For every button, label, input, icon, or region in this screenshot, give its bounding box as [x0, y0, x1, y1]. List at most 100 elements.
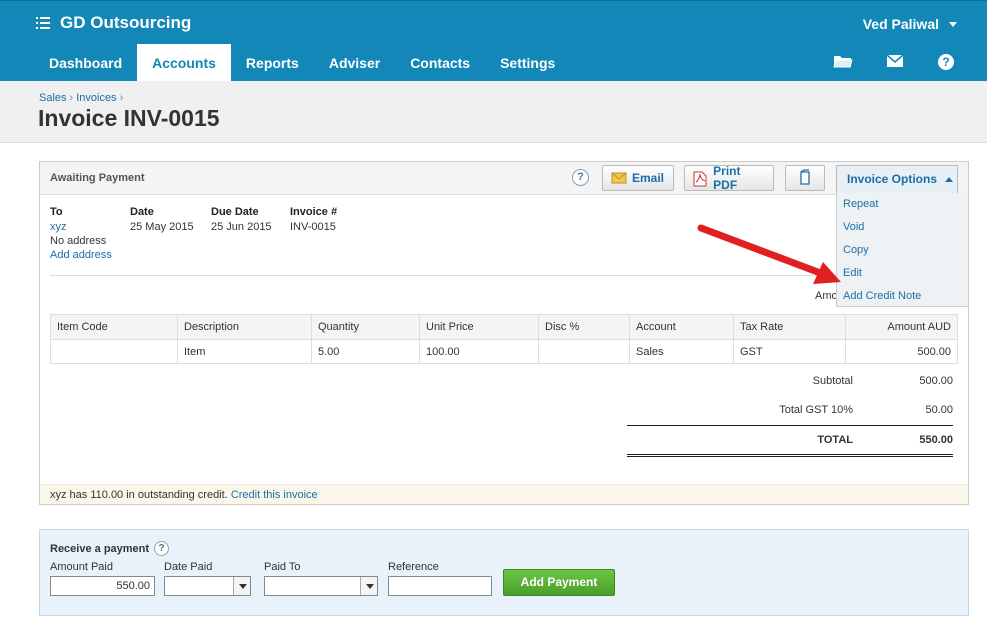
invoice-options-label: Invoice Options: [847, 172, 938, 186]
amount-paid-input[interactable]: 550.00: [50, 576, 155, 596]
help-icon[interactable]: ?: [572, 169, 589, 186]
user-name: Ved Paliwal: [862, 16, 939, 32]
invoice-number-label: Invoice #: [290, 206, 338, 218]
breadcrumb-separator: ›: [69, 92, 74, 104]
menu-item-edit[interactable]: Edit: [837, 262, 968, 285]
tab-contacts[interactable]: Contacts: [395, 44, 485, 82]
breadcrumb-invoices[interactable]: Invoices: [76, 92, 116, 104]
cell-discount: [538, 339, 630, 364]
folder-icon[interactable]: [833, 53, 853, 69]
date-paid-select[interactable]: [164, 576, 251, 596]
due-date-value: 25 Jun 2015: [211, 221, 272, 233]
breadcrumb-separator: ›: [119, 92, 124, 104]
paid-to-select[interactable]: [264, 576, 378, 596]
receive-payment-panel: Receive a payment ? Amount Paid 550.00 D…: [39, 529, 969, 616]
credit-notice: xyz has 110.00 in outstanding credit. Cr…: [40, 484, 968, 504]
cell-item-code: [50, 339, 178, 364]
top-bar: GD Outsourcing Ved Paliwal Dashboard Acc…: [0, 0, 987, 82]
caret-up-icon: [945, 177, 954, 183]
copy-icon: [798, 168, 812, 188]
subtotal-row: Subtotal 500.00: [627, 375, 953, 395]
cell-quantity: 5.00: [311, 339, 420, 364]
invoice-panel: Awaiting Payment ? Email Print PDF Invoi…: [39, 161, 969, 505]
table-row: Item 5.00 100.00 Sales GST 500.00: [50, 339, 958, 364]
to-label: To: [50, 206, 63, 218]
breadcrumb: Sales › Invoices ›: [39, 92, 126, 104]
total-value: 550.00: [919, 434, 953, 446]
amount-paid-field: Amount Paid 550.00: [50, 561, 155, 596]
tab-adviser[interactable]: Adviser: [314, 44, 395, 82]
help-icon[interactable]: ?: [937, 53, 957, 70]
cell-description: Item: [177, 339, 312, 364]
org-name[interactable]: GD Outsourcing: [36, 13, 191, 33]
org-name-label: GD Outsourcing: [60, 13, 192, 32]
tab-accounts[interactable]: Accounts: [137, 44, 231, 82]
reference-input[interactable]: [388, 576, 492, 596]
contact-address: No address: [50, 235, 107, 247]
page-header: Sales › Invoices › Invoice INV-0015: [0, 81, 987, 143]
total-row: TOTAL 550.00: [627, 434, 953, 454]
menu-item-copy[interactable]: Copy: [837, 239, 968, 262]
menu-item-add-credit-note[interactable]: Add Credit Note: [837, 285, 968, 308]
column-header: Item Code: [50, 314, 178, 340]
column-header: Amount AUD: [845, 314, 958, 340]
date-label: Date: [130, 206, 154, 218]
invoice-options-menu: Repeat Void Copy Edit Add Credit Note: [836, 193, 969, 307]
payment-title-label: Receive a payment: [50, 542, 150, 555]
gst-value: 50.00: [925, 404, 953, 416]
invoice-to: To xyz No address Add address: [50, 206, 112, 262]
subtotal-label: Subtotal: [812, 375, 853, 387]
status-badge: Awaiting Payment: [50, 172, 145, 184]
copy-button[interactable]: [785, 165, 825, 191]
print-pdf-button[interactable]: Print PDF: [684, 164, 774, 192]
add-address-link[interactable]: Add address: [50, 248, 112, 262]
tab-settings[interactable]: Settings: [485, 44, 570, 82]
column-header: Account: [629, 314, 734, 340]
paid-to-field: Paid To: [264, 561, 378, 596]
invoice-options-button[interactable]: Invoice Options: [836, 165, 958, 193]
email-button[interactable]: Email: [602, 165, 674, 191]
invoice-number: Invoice # INV-0015: [290, 206, 337, 234]
credit-this-invoice-link[interactable]: Credit this invoice: [231, 489, 318, 501]
invoice-due-date: Due Date 25 Jun 2015: [211, 206, 272, 234]
line-items-table: Item Code Description Quantity Unit Pric…: [50, 314, 958, 364]
paid-to-label: Paid To: [264, 561, 301, 573]
chevron-down-icon[interactable]: [233, 577, 250, 595]
cell-account: Sales: [629, 339, 734, 364]
column-header: Quantity: [311, 314, 420, 340]
total-double-rule: [627, 454, 953, 457]
reference-label: Reference: [388, 561, 439, 573]
amounts-label: Amo: [815, 290, 838, 302]
table-header-row: Item Code Description Quantity Unit Pric…: [50, 314, 958, 340]
chevron-down-icon[interactable]: [360, 577, 377, 595]
menu-item-void[interactable]: Void: [837, 216, 968, 239]
reference-field: Reference: [388, 561, 492, 596]
amount-paid-label: Amount Paid: [50, 561, 113, 573]
mail-icon[interactable]: [885, 53, 905, 69]
tab-dashboard[interactable]: Dashboard: [34, 44, 137, 82]
pdf-icon: [693, 171, 708, 187]
nav-icons: ?: [833, 53, 957, 70]
date-value: 25 May 2015: [130, 221, 194, 233]
menu-icon: [36, 17, 50, 29]
column-header: Description: [177, 314, 312, 340]
date-paid-field: Date Paid: [164, 561, 251, 596]
breadcrumb-sales[interactable]: Sales: [39, 92, 67, 104]
total-label: TOTAL: [817, 434, 853, 446]
credit-notice-text: xyz has 110.00 in outstanding credit.: [50, 489, 228, 501]
svg-text:?: ?: [942, 55, 949, 69]
help-icon[interactable]: ?: [154, 541, 170, 556]
date-paid-label: Date Paid: [164, 561, 213, 573]
invoice-toolbar: Awaiting Payment ? Email Print PDF Invoi…: [40, 162, 968, 195]
payment-title: Receive a payment ?: [50, 541, 170, 556]
menu-item-repeat[interactable]: Repeat: [837, 193, 968, 216]
tab-reports[interactable]: Reports: [231, 44, 314, 82]
invoice-date: Date 25 May 2015: [130, 206, 194, 234]
add-payment-button[interactable]: Add Payment: [503, 569, 615, 596]
column-header: Disc %: [538, 314, 630, 340]
total-rule: [627, 425, 953, 426]
contact-link[interactable]: xyz: [50, 220, 112, 234]
caret-down-icon: [949, 21, 957, 27]
user-menu[interactable]: Ved Paliwal: [863, 16, 957, 32]
cell-tax-rate: GST: [733, 339, 846, 364]
